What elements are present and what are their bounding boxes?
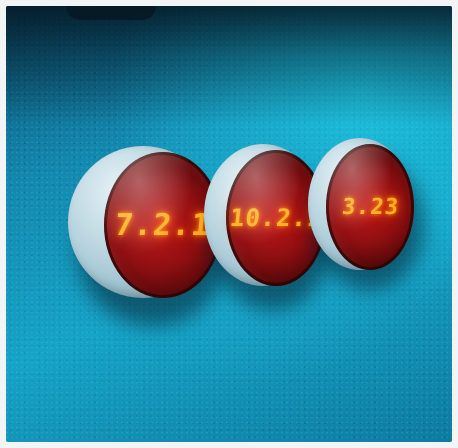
indicator-3-display: 3.23 (326, 144, 414, 270)
indicator-1-reading: 7.2.1 (113, 207, 213, 243)
indicator-3-reading: 3.23 (340, 194, 400, 220)
photo: 7.2.1 10.2.1 3.23 (6, 6, 452, 442)
top-shadow (6, 6, 452, 126)
mounting-bracket (66, 6, 156, 20)
